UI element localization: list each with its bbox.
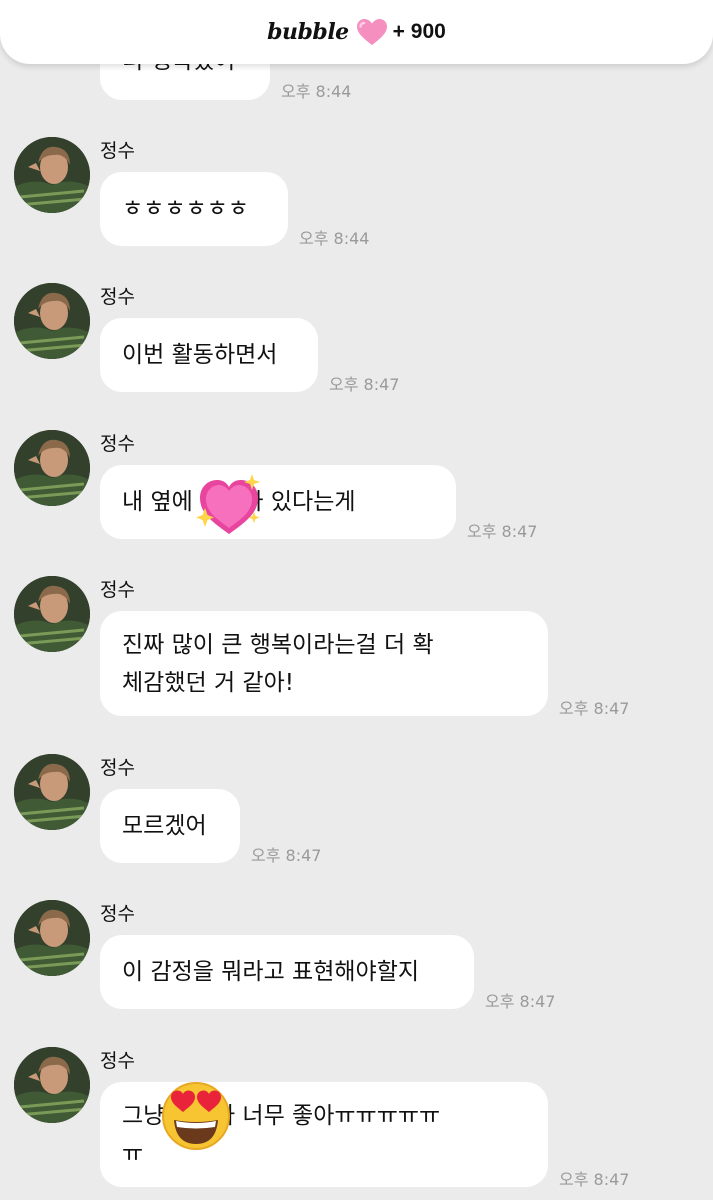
message-bubble[interactable]: 모르겠어 xyxy=(100,789,240,863)
heart-icon xyxy=(356,19,387,45)
bubble-header: bubble + 900 xyxy=(0,0,713,64)
message-time: 오후 8:47 xyxy=(559,1170,630,1189)
avatar-image xyxy=(14,576,90,652)
sender-name: 정수 xyxy=(100,140,135,162)
message-time: 오후 8:47 xyxy=(329,375,400,394)
message-time: 오후 8:47 xyxy=(559,699,630,718)
message-time: 오후 8:47 xyxy=(251,846,322,865)
avatar[interactable] xyxy=(14,283,90,359)
sparkling-heart-icon xyxy=(196,474,260,534)
bubble-logo: bubble xyxy=(267,19,349,45)
message-text: 이 감정을 뭐라고 표현해야할지 xyxy=(122,959,420,985)
heart-eyes-face-icon xyxy=(162,1082,230,1150)
avatar-image xyxy=(14,754,90,830)
avatar[interactable] xyxy=(14,900,90,976)
message-text: 이번 활동하면서 xyxy=(122,342,278,368)
message-time: 오후 8:47 xyxy=(485,992,556,1011)
message-text: 진짜 많이 큰 행복이라는걸 더 확 xyxy=(122,632,434,658)
sender-name: 정수 xyxy=(100,286,135,308)
avatar-image xyxy=(14,283,90,359)
message-bubble[interactable]: ㅎㅎㅎㅎㅎㅎ xyxy=(100,172,288,246)
avatar[interactable] xyxy=(14,576,90,652)
message-bubble[interactable]: 진짜 많이 큰 행복이라는걸 더 확 체감했던 거 같아! xyxy=(100,611,548,716)
avatar-image xyxy=(14,430,90,506)
message-time: 오후 8:44 xyxy=(281,82,352,101)
message-bubble[interactable]: 이번 활동하면서 xyxy=(100,318,318,392)
sender-name: 정수 xyxy=(100,433,135,455)
message-bubble[interactable]: 이 감정을 뭐라고 표현해야할지 xyxy=(100,935,474,1009)
message-time: 오후 8:44 xyxy=(299,229,370,248)
sender-name: 정수 xyxy=(100,903,135,925)
message-text: 모르겠어 xyxy=(122,813,207,839)
sender-name: 정수 xyxy=(100,757,135,779)
avatar[interactable] xyxy=(14,430,90,506)
message-text: 체감했던 거 같아! xyxy=(122,670,294,696)
message-text: ㅎㅎㅎㅎㅎㅎ xyxy=(122,196,249,222)
avatar-image xyxy=(14,1047,90,1123)
points-count: + 900 xyxy=(392,20,446,43)
avatar-image xyxy=(14,137,90,213)
sender-name: 정수 xyxy=(100,1050,135,1072)
message-time: 오후 8:47 xyxy=(467,522,538,541)
avatar-image xyxy=(14,900,90,976)
avatar[interactable] xyxy=(14,137,90,213)
sender-name: 정수 xyxy=(100,579,135,601)
message-bubble[interactable]: 내 옆에 누나가 있다는게 xyxy=(100,465,456,539)
avatar[interactable] xyxy=(14,1047,90,1123)
avatar[interactable] xyxy=(14,754,90,830)
message-text: 내 옆에 누나가 있다는게 xyxy=(122,489,356,515)
